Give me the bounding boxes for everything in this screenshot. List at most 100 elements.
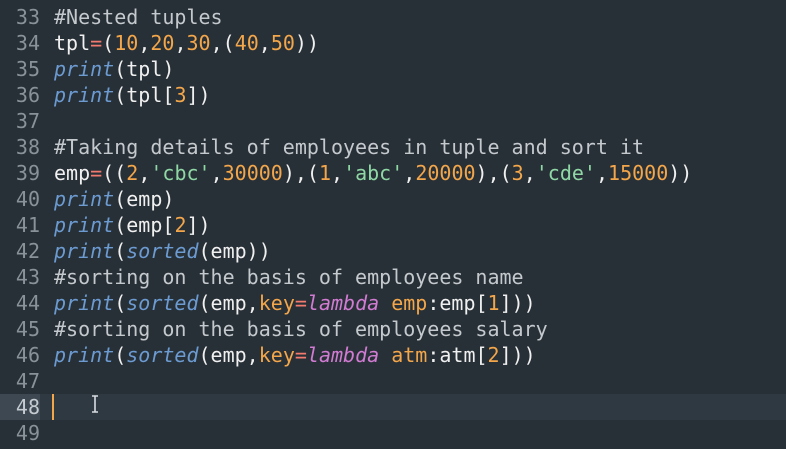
code-token: 2 bbox=[174, 213, 187, 237]
code-token: #Nested tuples bbox=[54, 5, 223, 29]
line-number: 42 bbox=[15, 239, 40, 263]
line-number: 35 bbox=[15, 57, 40, 81]
code-token: #sorting on the basis of employees salar… bbox=[54, 317, 548, 341]
code-token: (emp)) bbox=[198, 239, 271, 263]
code-editor[interactable]: 49 48 47 46 print(sorted(emp,key=lambda atm:… bbox=[0, 0, 786, 449]
line-number: 49 bbox=[15, 421, 40, 445]
code-text: tpl=(10,20,30,(40,50)) bbox=[54, 30, 319, 56]
code-token: lambda bbox=[306, 343, 380, 367]
code-token: 40 bbox=[234, 31, 259, 55]
code-token: )) bbox=[294, 31, 320, 55]
code-token: 'cde' bbox=[535, 161, 596, 185]
code-token: print bbox=[54, 343, 115, 367]
code-token: (emp) bbox=[114, 187, 175, 211]
line-number: 37 bbox=[15, 109, 40, 133]
code-token: 1 bbox=[318, 161, 332, 185]
code-token: (emp, bbox=[198, 343, 259, 367]
line-number: 44 bbox=[15, 291, 40, 315]
code-token: 15000 bbox=[608, 161, 669, 185]
code-token: , bbox=[258, 31, 271, 55]
code-token: print bbox=[54, 83, 115, 107]
code-token: = bbox=[294, 291, 307, 315]
code-token: print bbox=[54, 239, 115, 263]
code-token: 10 bbox=[114, 31, 139, 55]
code-line[interactable]: 47 bbox=[0, 368, 786, 394]
line-number: 47 bbox=[15, 369, 40, 393]
code-token: , bbox=[210, 161, 223, 185]
code-token: lambda bbox=[306, 291, 380, 315]
code-token: 'abc' bbox=[343, 161, 404, 185]
code-token: (( bbox=[102, 161, 127, 185]
code-line[interactable]: 42 print(sorted(emp)) bbox=[0, 238, 786, 264]
code-token: 1 bbox=[487, 291, 500, 315]
line-number: 46 bbox=[15, 343, 40, 367]
line-number: 48 bbox=[0, 394, 40, 420]
code-line[interactable]: 36 print(tpl[3]) bbox=[0, 82, 786, 108]
code-line[interactable]: 44 print(sorted(emp,key=lambda emp:emp[1]… bbox=[0, 290, 786, 316]
code-text: emp=((2,'cbc',30000),(1,'abc',20000),(3,… bbox=[54, 160, 692, 186]
code-token: (tpl[ bbox=[114, 83, 175, 107]
code-line[interactable]: 48 bbox=[0, 394, 786, 420]
code-token: ( bbox=[114, 239, 127, 263]
line-number: 39 bbox=[15, 161, 40, 185]
code-line[interactable]: 46 print(sorted(emp,key=lambda atm:atm[2]… bbox=[0, 342, 786, 368]
code-token: ])) bbox=[499, 343, 536, 367]
code-token: 3 bbox=[511, 161, 524, 185]
code-token: ( bbox=[114, 291, 127, 315]
code-text: #Nested tuples bbox=[54, 4, 223, 30]
code-token: , bbox=[403, 161, 416, 185]
code-token: 30000 bbox=[222, 161, 283, 185]
code-token: = bbox=[90, 31, 103, 55]
line-number: 43 bbox=[15, 265, 40, 289]
code-line[interactable]: 43 #sorting on the basis of employees nam… bbox=[0, 264, 786, 290]
code-token: = bbox=[294, 343, 307, 367]
code-line[interactable]: 49 bbox=[0, 420, 786, 446]
code-token: 20000 bbox=[415, 161, 476, 185]
code-text: print(emp[2]) bbox=[54, 212, 211, 238]
code-token: :emp[ bbox=[427, 291, 488, 315]
code-text: #Taking details of employees in tuple an… bbox=[54, 134, 644, 160]
code-token: , bbox=[595, 161, 609, 185]
line-number: 45 bbox=[15, 317, 40, 341]
code-line[interactable]: 38 #Taking details of employees in tuple … bbox=[0, 134, 786, 160]
code-token: , bbox=[138, 31, 151, 55]
code-token: 2 bbox=[487, 343, 500, 367]
code-token: 30 bbox=[186, 31, 211, 55]
code-token: , bbox=[174, 31, 187, 55]
code-token: 'cbc' bbox=[150, 161, 211, 185]
code-text: print(tpl[3]) bbox=[54, 82, 211, 108]
code-token: ]) bbox=[186, 213, 211, 237]
code-token: key bbox=[258, 343, 295, 367]
code-line[interactable]: 34 tpl=(10,20,30,(40,50)) bbox=[0, 30, 786, 56]
code-token: , bbox=[331, 161, 344, 185]
code-line[interactable]: 33 #Nested tuples bbox=[0, 4, 786, 30]
code-token: 3 bbox=[174, 83, 187, 107]
code-token: #sorting on the basis of employees name bbox=[54, 265, 524, 289]
code-token: , bbox=[523, 161, 536, 185]
line-number: 33 bbox=[15, 5, 40, 29]
line-number: 41 bbox=[15, 213, 40, 237]
code-line[interactable]: 41 print(emp[2]) bbox=[0, 212, 786, 238]
code-token: = bbox=[90, 161, 103, 185]
code-token: ),( bbox=[282, 161, 319, 185]
code-token: (tpl) bbox=[114, 57, 175, 81]
code-text: print(emp) bbox=[54, 186, 174, 212]
code-token: atm bbox=[391, 343, 428, 367]
code-token: ]) bbox=[186, 83, 211, 107]
code-token: )) bbox=[668, 161, 693, 185]
code-token: ( bbox=[114, 343, 127, 367]
code-token: sorted bbox=[126, 343, 199, 367]
code-line[interactable]: 35 print(tpl) bbox=[0, 56, 786, 82]
code-line[interactable]: 39 emp=((2,'cbc',30000),(1,'abc',20000),(… bbox=[0, 160, 786, 186]
code-token: tpl bbox=[54, 31, 91, 55]
code-text: print(sorted(emp,key=lambda atm:atm[2])) bbox=[54, 342, 536, 368]
code-line[interactable]: 45 #sorting on the basis of employees sal… bbox=[0, 316, 786, 342]
code-line[interactable]: 40 print(emp) bbox=[0, 186, 786, 212]
code-token: print bbox=[54, 213, 115, 237]
code-token: 2 bbox=[126, 161, 139, 185]
code-token: , bbox=[138, 161, 151, 185]
code-line[interactable]: 37 bbox=[0, 108, 786, 134]
code-token: print bbox=[54, 57, 115, 81]
